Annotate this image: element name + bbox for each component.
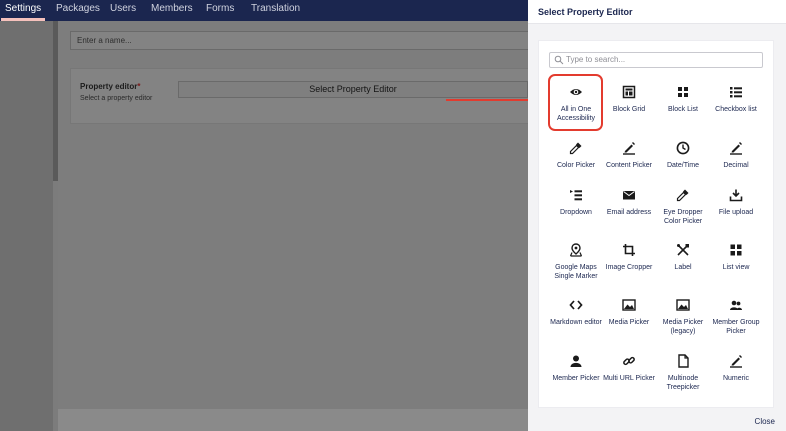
panel-header: Select Property Editor — [528, 0, 786, 24]
editor-member-picker[interactable]: Member Picker — [548, 354, 604, 383]
editor-email-address[interactable]: Email address — [601, 188, 657, 217]
editor-numeric[interactable]: Numeric — [708, 354, 764, 383]
editor-decimal[interactable]: Decimal — [708, 141, 764, 170]
editor-label: Member Picker — [552, 375, 600, 382]
editor-label: Multinode Treepicker — [666, 375, 700, 391]
editor-date-time[interactable]: Date/Time — [655, 141, 711, 170]
editor-multi-url-picker[interactable]: Multi URL Picker — [601, 354, 657, 383]
tab-translation[interactable]: Translation — [251, 0, 300, 21]
editor-label: Image Cropper — [605, 264, 653, 271]
editor-label: Eye Dropper Color Picker — [663, 209, 703, 225]
list-view-icon — [730, 244, 742, 256]
editor-checkbox-list[interactable]: Checkbox list — [708, 85, 764, 114]
editor-label: Content Picker — [606, 162, 652, 169]
editor-list-view[interactable]: List view — [708, 243, 764, 272]
tab-forms[interactable]: Forms — [206, 0, 234, 21]
code-icon — [569, 300, 583, 310]
editor-dropdown[interactable]: Dropdown — [548, 188, 604, 217]
editor-color-picker[interactable]: Color Picker — [548, 141, 604, 170]
editor-label: Google Maps Single Marker — [554, 264, 598, 280]
image-icon — [676, 299, 690, 311]
close-button[interactable]: Close — [755, 417, 775, 426]
picker-icon — [623, 142, 635, 155]
envelope-icon — [623, 191, 635, 200]
upload-icon — [729, 189, 743, 202]
user-icon — [570, 355, 582, 367]
tab-packages[interactable]: Packages — [56, 0, 100, 21]
editor-label: Media Picker (legacy) — [662, 319, 704, 335]
tools-icon — [677, 244, 689, 256]
editor-label-editor[interactable]: Label — [655, 243, 711, 272]
tab-users[interactable]: Users — [110, 0, 136, 21]
image-icon — [622, 299, 636, 311]
tree-panel — [0, 21, 53, 431]
block-grid-icon — [622, 85, 636, 99]
editor-block-list[interactable]: Block List — [655, 85, 711, 114]
editor-eye-dropper-color-picker[interactable]: Eye Dropper Color Picker — [655, 188, 711, 226]
users-icon — [730, 300, 742, 310]
map-marker-icon — [569, 243, 583, 257]
editor-label: Media Picker — [608, 319, 650, 326]
property-editor-description: Select a property editor — [80, 95, 153, 102]
editor-label: Dropdown — [560, 209, 592, 216]
panel-title: Select Property Editor — [538, 7, 633, 17]
editor-label: Date/Time — [666, 162, 700, 169]
editor-label: Multi URL Picker — [603, 375, 655, 382]
crop-icon — [623, 244, 635, 256]
editor-file-upload[interactable]: File upload — [708, 188, 764, 217]
search-placeholder: Type to search... — [566, 55, 626, 64]
editor-media-picker[interactable]: Media Picker — [601, 298, 657, 327]
editor-multinode-treepicker[interactable]: Multinode Treepicker — [655, 354, 711, 392]
editor-label: Block Grid — [612, 106, 646, 113]
search-input[interactable]: Type to search... — [549, 52, 763, 68]
search-icon — [554, 55, 564, 65]
tab-settings[interactable]: Settings — [0, 0, 46, 21]
editor-label: Email address — [606, 209, 652, 216]
editor-content-picker[interactable]: Content Picker — [601, 141, 657, 170]
editor-label: Label — [674, 264, 692, 271]
clock-icon — [676, 141, 690, 155]
editor-label: List view — [722, 264, 750, 271]
block-list-icon — [678, 87, 688, 97]
panel-footer: Close — [528, 408, 786, 431]
editor-member-group-picker[interactable]: Member Group Picker — [708, 298, 764, 336]
property-editor-label: Property editor* — [80, 82, 140, 91]
editor-label: Color Picker — [556, 162, 596, 169]
editor-label: Block List — [668, 106, 698, 113]
name-input[interactable]: Enter a name... — [70, 31, 540, 50]
editor-block-grid[interactable]: Block Grid — [601, 85, 657, 114]
editor-google-maps-single-marker[interactable]: Google Maps Single Marker — [548, 243, 604, 281]
required-mark: * — [137, 82, 141, 91]
editor-label: Decimal — [723, 162, 749, 169]
link-icon — [623, 356, 635, 366]
document-icon — [678, 354, 689, 368]
picker-icon — [730, 355, 742, 368]
editor-label: Numeric — [722, 375, 750, 382]
checkbox-list-icon — [730, 87, 742, 98]
editor-label: Checkbox list — [715, 106, 757, 113]
editor-media-picker-legacy[interactable]: Media Picker (legacy) — [655, 298, 711, 336]
editor-label: File upload — [718, 209, 754, 216]
highlight-outline — [548, 74, 603, 131]
editor-markdown-editor[interactable]: Markdown editor — [548, 298, 604, 327]
tab-members[interactable]: Members — [151, 0, 193, 21]
dropdown-icon — [570, 190, 582, 201]
eyedropper-icon — [569, 142, 582, 155]
editor-label: Member Group Picker — [712, 319, 760, 335]
property-editor-label-text: Property editor — [80, 82, 138, 91]
editor-image-cropper[interactable]: Image Cropper — [601, 243, 657, 272]
picker-icon — [730, 142, 742, 155]
bottom-action-bar — [58, 409, 528, 431]
eyedropper-icon — [676, 189, 689, 202]
editor-label: Markdown editor — [550, 319, 602, 326]
